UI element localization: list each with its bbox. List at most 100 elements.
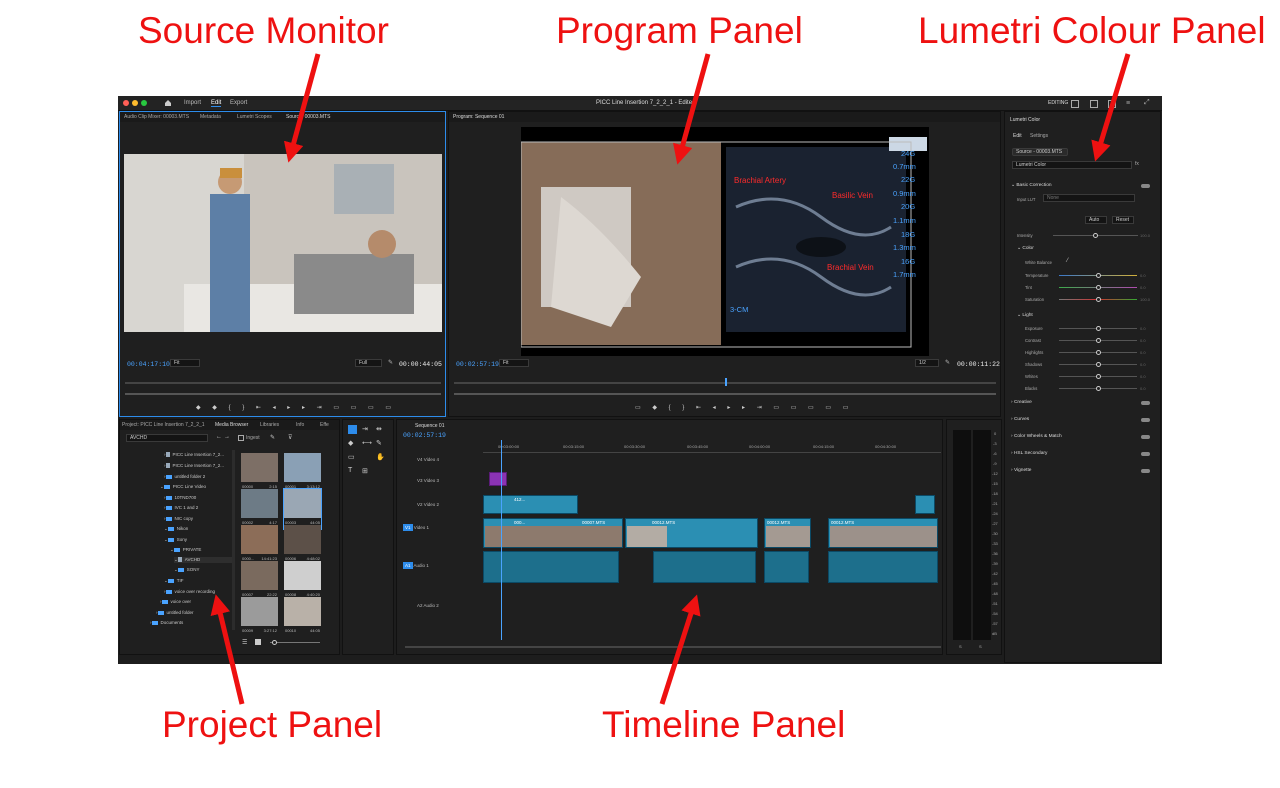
temperature-value[interactable]: 0.0 <box>1140 273 1146 278</box>
selection-tool-icon[interactable] <box>348 425 357 434</box>
caption-tool-icon[interactable]: ⊞ <box>362 467 368 475</box>
tab-effects[interactable]: Effe <box>320 422 329 428</box>
lumetri-tab-settings[interactable]: Settings <box>1030 133 1048 139</box>
solo-right-button[interactable]: S <box>979 644 982 649</box>
home-icon[interactable] <box>164 99 172 107</box>
blacks-slider[interactable] <box>1059 386 1137 391</box>
tint-slider[interactable] <box>1059 285 1137 290</box>
intensity-value[interactable]: 100.0 <box>1140 233 1150 238</box>
program-timecode-in[interactable]: 00:02:57:19 <box>456 361 499 368</box>
workspace-label[interactable]: EDITING <box>1048 100 1068 106</box>
highlights-slider[interactable] <box>1059 350 1137 355</box>
source-resolution-dropdown[interactable]: Full <box>355 359 382 367</box>
v1-clip-b[interactable]: 00012.MTS <box>625 518 758 548</box>
v1-clip-a[interactable]: 000... 00007.MTS <box>483 518 623 548</box>
basic-correction-toggle[interactable] <box>1141 184 1150 188</box>
program-resolution-dropdown[interactable]: 1/2 <box>915 359 939 367</box>
tree-item-untitled-folder-2[interactable]: ›untitled folder 2 <box>164 474 205 479</box>
tab-libraries[interactable]: Libraries <box>260 422 279 428</box>
tree-item-voice-over-recording[interactable]: ›voice over recording <box>164 589 215 594</box>
track-header-a1[interactable]: A1 Audio 1 <box>403 562 429 569</box>
section-light[interactable]: ⌄ Light <box>1017 313 1033 318</box>
curves-toggle[interactable] <box>1141 418 1150 422</box>
tab-metadata[interactable]: Metadata <box>200 114 221 120</box>
rectangle-tool-icon[interactable]: ▭ <box>348 453 355 461</box>
vignette-toggle[interactable] <box>1141 469 1150 473</box>
clip-thumbnail[interactable]: 00007 22:22 <box>241 561 278 601</box>
program-transport-controls[interactable]: ▭ ◆ { } ⇤ ◂ ▸ ▸ ⇥ ▭ ▭ ▭ ▭ ▭ <box>635 404 853 411</box>
program-scroll-bar[interactable] <box>454 393 996 395</box>
type-tool-icon[interactable]: T <box>348 467 352 474</box>
v3-clip[interactable] <box>489 472 507 486</box>
tree-item-picc-line-video[interactable]: ⌄ PICC Line Video <box>160 484 206 490</box>
razor-tool-icon[interactable]: ◆ <box>348 439 353 447</box>
workspaces-icon[interactable] <box>1071 100 1079 108</box>
tab-program-sequence[interactable]: Program: Sequence 01 <box>453 114 504 120</box>
tree-item-picc-2[interactable]: ›PICC Line Insertion 7_2... <box>164 463 224 469</box>
section-hsl-secondary[interactable]: › HSL Secondary <box>1011 451 1047 456</box>
lumetri-tab-edit[interactable]: Edit <box>1013 133 1022 139</box>
tree-item-picc-1[interactable]: ›PICC Line Insertion 7_2... <box>164 452 224 458</box>
reset-button[interactable]: Reset <box>1112 216 1134 224</box>
solo-left-button[interactable]: S <box>959 644 962 649</box>
eyedropper-icon[interactable]: ⁄ <box>1067 258 1068 264</box>
tree-item-private[interactable]: ⌄ PRIVATE <box>170 547 201 553</box>
source-timecode-in[interactable]: 00:04:17:10 <box>127 361 170 368</box>
clip-thumbnail[interactable]: 00010 44:05 <box>284 597 321 637</box>
intensity-slider[interactable] <box>1053 233 1138 238</box>
icon-view-icon[interactable] <box>255 639 261 645</box>
tab-lumetri-scopes[interactable]: Lumetri Scopes <box>237 114 272 120</box>
hsl-secondary-toggle[interactable] <box>1141 452 1150 456</box>
filter-icon[interactable]: ⊽ <box>288 434 292 441</box>
tree-item-tif[interactable]: ⌄ TIF <box>164 578 184 584</box>
track-header-v2[interactable]: V2 Video 2 <box>417 502 439 507</box>
highlights-value[interactable]: 0.0 <box>1140 350 1146 355</box>
source-scroll-bar[interactable] <box>125 393 441 395</box>
tree-item-avchd[interactable]: ⌄ AVCHD <box>174 557 232 563</box>
exposure-slider[interactable] <box>1059 326 1137 331</box>
creative-toggle[interactable] <box>1141 401 1150 405</box>
shadows-value[interactable]: 0.0 <box>1140 362 1146 367</box>
thumbnail-size-slider[interactable] <box>270 640 320 645</box>
lumetri-source-chip[interactable]: Source - 00003.MTS <box>1012 148 1068 156</box>
ingest-checkbox[interactable] <box>238 435 244 441</box>
forward-icon[interactable]: → <box>224 434 230 440</box>
tab-project[interactable]: Project: PICC Line Insertion 7_2_2_1 <box>122 422 205 428</box>
clip-thumbnail[interactable]: 00009 3:27:12 <box>241 597 278 637</box>
tab-sequence[interactable]: Sequence 01 <box>415 423 444 429</box>
ingest-settings-icon[interactable]: ✎ <box>270 434 275 441</box>
section-color[interactable]: ⌄ Color <box>1017 246 1034 251</box>
v1-clip-c[interactable]: 00012.MTS <box>764 518 811 548</box>
menu-lines-icon[interactable]: ≡ <box>1126 100 1130 107</box>
a1-clip-a[interactable] <box>483 551 619 583</box>
clip-thumbnail[interactable]: 00001 3:13:12 <box>284 453 321 493</box>
hand-tool-icon[interactable]: ✋ <box>376 453 385 461</box>
program-wrench-icon[interactable]: ✎ <box>945 359 950 366</box>
tab-info[interactable]: Info <box>296 422 304 428</box>
track-header-v3[interactable]: V3 Video 3 <box>417 478 439 483</box>
menu-import[interactable]: Import <box>184 100 201 106</box>
pen-tool-icon[interactable]: ✎ <box>376 439 382 447</box>
tree-item-voice-over[interactable]: ›voice over <box>160 599 191 604</box>
tree-item-sony-sub[interactable]: ⌄ SONY <box>174 567 200 573</box>
clip-thumbnail[interactable]: 00002 4:17 <box>241 489 278 529</box>
auto-button[interactable]: Auto <box>1085 216 1107 224</box>
lumetri-preset-dropdown[interactable]: Lumetri Color <box>1012 161 1132 169</box>
program-zoom-dropdown[interactable]: Fit <box>499 359 529 367</box>
contrast-slider[interactable] <box>1059 338 1137 343</box>
timeline-playhead[interactable] <box>501 440 502 640</box>
track-header-a2[interactable]: A2 Audio 2 <box>417 603 439 608</box>
saturation-value[interactable]: 100.0 <box>1140 297 1150 302</box>
clip-thumbnail[interactable]: 00006 4:48:02 <box>284 525 321 565</box>
tree-item-nikon[interactable]: ⌄ Nikon <box>164 526 188 532</box>
source-zoom-dropdown[interactable]: Fit <box>170 359 200 367</box>
color-wheels-toggle[interactable] <box>1141 435 1150 439</box>
tree-item-10tnd700[interactable]: ›10TND700 <box>164 495 196 500</box>
share-icon[interactable] <box>1090 100 1098 108</box>
temperature-slider[interactable] <box>1059 273 1137 278</box>
menu-export[interactable]: Export <box>230 100 247 106</box>
location-dropdown[interactable]: AVCHD <box>126 434 208 442</box>
list-view-icon[interactable]: ☰ <box>242 639 247 646</box>
a1-clip-d[interactable] <box>828 551 938 583</box>
timeline-scroll-bar[interactable] <box>405 646 941 648</box>
